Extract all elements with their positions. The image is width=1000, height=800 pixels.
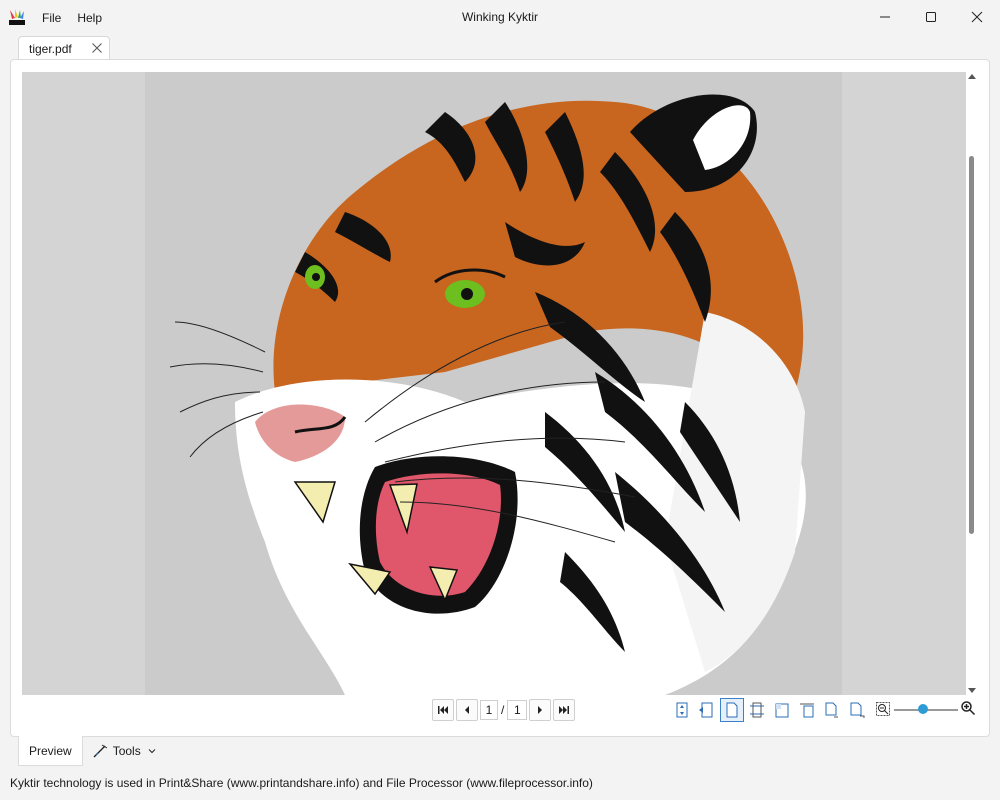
scroll-down-icon[interactable] xyxy=(967,685,977,695)
first-page-button[interactable] xyxy=(432,699,454,721)
crop-icon xyxy=(750,702,764,718)
tab-tools-label: Tools xyxy=(112,744,141,758)
crop-button[interactable] xyxy=(745,698,769,722)
single-page-button[interactable] xyxy=(720,698,744,722)
last-page-button[interactable] xyxy=(553,699,576,721)
bottom-tab-bar: Preview Tools xyxy=(18,736,167,766)
zoom-in-icon[interactable] xyxy=(960,700,976,716)
close-tab-icon[interactable] xyxy=(91,42,103,54)
fit-width-button[interactable] xyxy=(695,698,719,722)
rotate-left-icon xyxy=(825,702,838,718)
tiger-illustration xyxy=(169,94,806,695)
menu-file[interactable]: File xyxy=(34,7,69,29)
status-bar-text: Kyktir technology is used in Print&Share… xyxy=(10,776,593,790)
app-logo-icon xyxy=(9,9,25,25)
rotate-right-icon xyxy=(850,702,865,718)
maximize-icon xyxy=(926,12,936,22)
rotate-right-button[interactable] xyxy=(845,698,869,722)
preview-area[interactable] xyxy=(22,72,966,695)
close-button[interactable] xyxy=(954,0,1000,34)
continuous-button[interactable] xyxy=(795,698,819,722)
minimize-icon xyxy=(880,16,890,18)
minimize-button[interactable] xyxy=(862,0,908,34)
single-page-icon xyxy=(726,702,738,718)
window-controls xyxy=(862,0,1000,34)
previous-page-icon xyxy=(465,706,469,714)
zoom-out-icon[interactable] xyxy=(876,702,890,716)
vertical-scrollbar[interactable] xyxy=(966,72,978,695)
two-page-icon xyxy=(775,703,789,718)
tab-preview[interactable]: Preview xyxy=(18,736,83,766)
total-pages: 1 xyxy=(507,700,528,720)
menu-help[interactable]: Help xyxy=(69,7,110,29)
tab-tiger-pdf[interactable]: tiger.pdf xyxy=(18,36,110,60)
next-page-icon xyxy=(538,706,543,714)
continuous-icon xyxy=(800,703,814,718)
page-separator: / xyxy=(501,703,505,717)
zoom-control xyxy=(874,698,984,722)
close-icon xyxy=(971,11,983,23)
view-toolbar xyxy=(670,698,869,722)
scrollbar-thumb[interactable] xyxy=(969,156,974,534)
next-page-button[interactable] xyxy=(529,699,552,721)
first-page-icon xyxy=(438,706,448,714)
previous-page-button[interactable] xyxy=(456,699,478,721)
two-page-button[interactable] xyxy=(770,698,794,722)
last-page-icon xyxy=(559,706,570,714)
tab-preview-label: Preview xyxy=(29,743,72,758)
current-page-input[interactable]: 1 xyxy=(480,700,498,720)
menu-bar: File Help xyxy=(34,0,110,36)
tab-tools[interactable]: Tools xyxy=(83,736,167,766)
chevron-down-icon xyxy=(148,749,156,754)
pdf-page xyxy=(145,72,842,695)
tab-label: tiger.pdf xyxy=(29,41,72,56)
zoom-slider-thumb[interactable] xyxy=(917,704,928,714)
window-title: Winking Kyktir xyxy=(461,10,538,24)
fit-height-button[interactable] xyxy=(670,698,694,722)
fit-width-icon xyxy=(699,702,713,718)
scroll-up-icon[interactable] xyxy=(967,72,977,82)
tools-icon xyxy=(93,744,107,758)
page-navigation: 1 / 1 xyxy=(432,699,576,721)
title-bar: File Help Winking Kyktir xyxy=(0,0,1000,36)
maximize-button[interactable] xyxy=(908,0,954,34)
rotate-left-button[interactable] xyxy=(820,698,844,722)
fit-height-icon xyxy=(676,702,688,718)
